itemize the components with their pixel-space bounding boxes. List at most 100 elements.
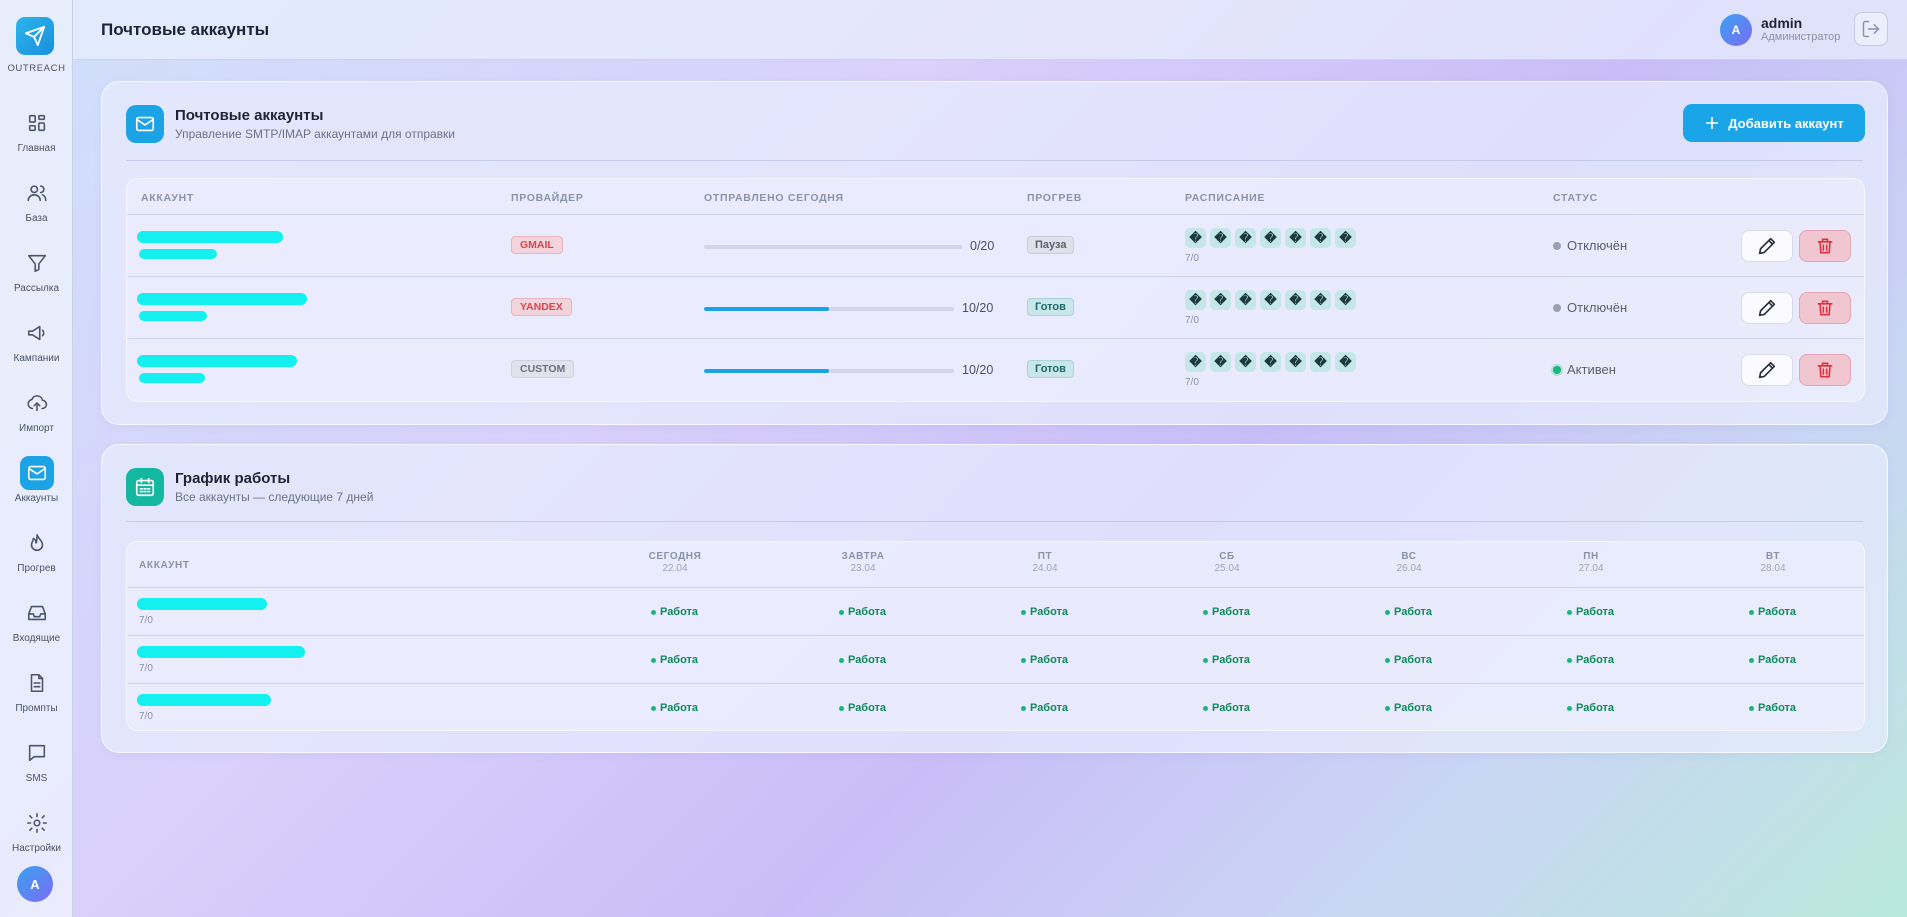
sidebar-item-inbox[interactable]: Входящие xyxy=(0,594,73,654)
schedule-day: � xyxy=(1235,290,1256,310)
sidebar-item-label: Прогрев xyxy=(17,563,56,574)
edit-button[interactable] xyxy=(1741,354,1793,386)
schedule-day: � xyxy=(1335,352,1356,372)
sidebar-item-document[interactable]: Промпты xyxy=(0,664,73,724)
schedule-day: � xyxy=(1235,228,1256,248)
work-status: Работа xyxy=(1385,702,1432,714)
work-status: Работа xyxy=(1749,654,1796,666)
sidebar-item-label: Кампании xyxy=(13,353,60,364)
sidebar-item-label: Настройки xyxy=(11,843,62,854)
schedule-count: 7/0 xyxy=(139,663,153,674)
work-status: Работа xyxy=(1567,654,1614,666)
day-name: ВТ xyxy=(1765,551,1781,562)
day-date: 25.04 xyxy=(1214,563,1240,574)
schedule-day-header: СБ 25.04 xyxy=(1167,551,1287,574)
day-date: 26.04 xyxy=(1396,563,1422,574)
status-dot xyxy=(1553,303,1561,312)
status-dot xyxy=(1385,705,1390,711)
work-label: Работа xyxy=(1758,654,1797,666)
schedule-day: � xyxy=(1335,290,1356,310)
schedule-day-header: ЗАВТРА 23.04 xyxy=(803,551,923,574)
sidebar-item-mail[interactable]: Аккаунты xyxy=(0,454,73,514)
status-label: Отключён xyxy=(1567,300,1628,315)
user-avatar[interactable]: A xyxy=(1720,14,1752,46)
topbar: Почтовые аккаунты A admin Администратор xyxy=(73,0,1907,60)
day-date: 28.04 xyxy=(1760,563,1786,574)
sidebar-item-gear[interactable]: Настройки xyxy=(0,804,73,864)
sidebar-item-users[interactable]: База xyxy=(0,174,73,234)
table-row: 7/0 Работа Работа Работа Работа Работа Работа… xyxy=(127,683,1864,730)
status: Активен xyxy=(1553,362,1616,377)
logout-icon xyxy=(1862,20,1880,38)
accounts-card: Почтовые аккаунты Управление SMTP/IMAP а… xyxy=(101,81,1888,425)
status-dot xyxy=(1021,657,1026,663)
sidebar-item-label: SMS xyxy=(25,773,48,784)
schedule-day: � xyxy=(1210,290,1231,310)
redacted-account-name xyxy=(139,249,217,259)
schedule-day: � xyxy=(1310,290,1331,310)
sidebar-avatar[interactable]: A xyxy=(17,866,53,902)
schedule-day: � xyxy=(1285,352,1306,372)
edit-button[interactable] xyxy=(1741,292,1793,324)
delete-button[interactable] xyxy=(1799,354,1851,386)
pencil-icon xyxy=(1758,361,1776,379)
sidebar-item-label: Промпты xyxy=(15,703,58,714)
col-sent-today: ОТПРАВЛЕНО СЕГОДНЯ xyxy=(704,192,844,204)
upload-cloud-icon xyxy=(26,395,47,412)
status-dot xyxy=(651,657,656,663)
logo[interactable] xyxy=(16,17,54,55)
schedule-day-header: ВС 26.04 xyxy=(1349,551,1469,574)
table-row: CUSTOM 10/20 Готов � � � � � � � 7/0 Активен xyxy=(127,338,1864,400)
nav-icon-wrap xyxy=(20,316,54,350)
delete-button[interactable] xyxy=(1799,230,1851,262)
work-status: Работа xyxy=(1203,606,1250,618)
day-name: СБ xyxy=(1219,551,1235,562)
schedule-count: 7/0 xyxy=(1185,253,1199,264)
work-label: Работа xyxy=(848,702,887,714)
divider xyxy=(126,521,1863,522)
schedule-count: 7/0 xyxy=(1185,315,1199,326)
status-dot xyxy=(1021,705,1026,711)
work-label: Работа xyxy=(1394,654,1433,666)
sidebar-item-flame[interactable]: Прогрев xyxy=(0,524,73,584)
redacted-account xyxy=(137,598,267,610)
col-provider: ПРОВАЙДЕР xyxy=(511,192,584,204)
schedule-day: � xyxy=(1285,290,1306,310)
schedule-day: � xyxy=(1185,352,1206,372)
provider-badge: YANDEX xyxy=(511,298,572,316)
work-status: Работа xyxy=(1567,702,1614,714)
schedule-card: График работы Все аккаунты — следующие 7… xyxy=(101,444,1888,753)
work-label: Работа xyxy=(848,654,887,666)
schedule-table: АККАУНТ СЕГОДНЯ 22.04 ЗАВТРА 23.04 ПТ 24.04 СБ… xyxy=(126,541,1865,731)
megaphone-icon xyxy=(27,325,45,341)
redacted-account-email xyxy=(137,355,297,367)
status-dot xyxy=(1567,609,1572,615)
schedule-count: 7/0 xyxy=(139,711,153,722)
warmup-badge: Готов xyxy=(1027,360,1074,378)
table-row: YANDEX 10/20 Готов � � � � � � � 7/0 Отключён xyxy=(127,276,1864,338)
mail-icon xyxy=(135,116,155,132)
day-date: 27.04 xyxy=(1578,563,1604,574)
sidebar-item-dashboard[interactable]: Главная xyxy=(0,104,73,164)
pencil-icon xyxy=(1758,299,1776,317)
schedule-day: � xyxy=(1210,352,1231,372)
accounts-table: АККАУНТ ПРОВАЙДЕР ОТПРАВЛЕНО СЕГОДНЯ ПРО… xyxy=(126,178,1865,402)
sidebar-item-megaphone[interactable]: Кампании xyxy=(0,314,73,374)
day-date: 23.04 xyxy=(850,563,876,574)
provider-badge: CUSTOM xyxy=(511,360,575,378)
logout-button[interactable] xyxy=(1854,12,1888,46)
delete-button[interactable] xyxy=(1799,292,1851,324)
work-status: Работа xyxy=(1021,702,1068,714)
status-dot xyxy=(1749,705,1754,711)
status-dot xyxy=(1385,609,1390,615)
work-status: Работа xyxy=(1749,702,1796,714)
edit-button[interactable] xyxy=(1741,230,1793,262)
sidebar-item-funnel[interactable]: Рассылка xyxy=(0,244,73,304)
nav-icon-wrap xyxy=(20,176,54,210)
work-label: Работа xyxy=(1030,654,1069,666)
work-status: Работа xyxy=(839,702,886,714)
sidebar-item-upload-cloud[interactable]: Импорт xyxy=(0,384,73,444)
add-account-button[interactable]: Добавить аккаунт xyxy=(1683,104,1865,142)
sidebar-item-chat[interactable]: SMS xyxy=(0,734,73,794)
status-dot xyxy=(1749,609,1754,615)
